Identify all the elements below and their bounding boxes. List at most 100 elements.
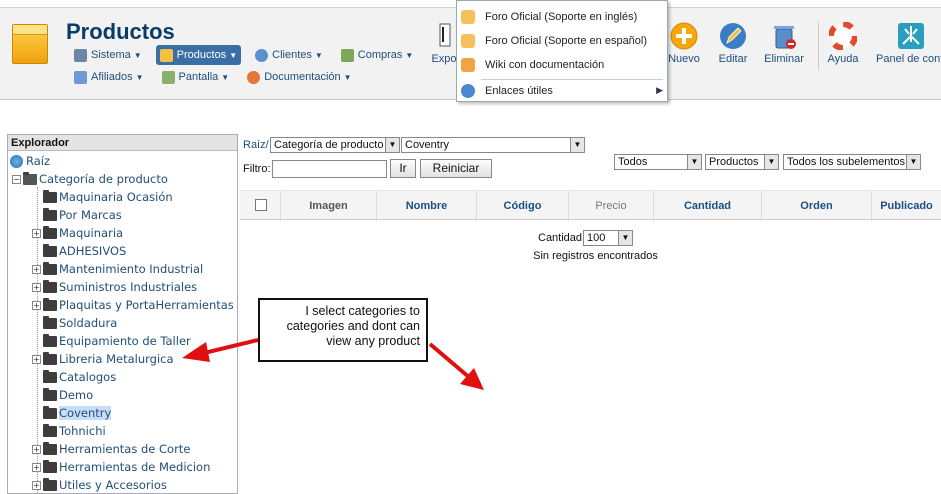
column-orden[interactable]: Orden (762, 191, 872, 221)
category-select[interactable]: Coventry ▼ (401, 137, 585, 153)
folder-icon (43, 297, 57, 311)
quantity-select[interactable]: 100 ▼ (583, 230, 633, 246)
tree-item[interactable]: + Libreria Metalurgica (32, 350, 174, 368)
menu-item-wiki[interactable]: Wiki con documentación (457, 55, 667, 75)
chevron-down-icon: ▼ (221, 72, 230, 82)
expand-icon[interactable]: + (32, 264, 41, 274)
select-all-column (240, 191, 281, 221)
expand-icon[interactable]: + (32, 354, 41, 364)
lifebuoy-icon (829, 22, 857, 50)
expand-icon[interactable]: + (32, 282, 41, 292)
help-dropdown-menu: Foro Oficial (Soporte en inglés) Foro Of… (456, 0, 668, 102)
box-icon (159, 48, 173, 62)
tree-item-label: Soldadura (59, 316, 118, 330)
collapse-icon[interactable]: − (12, 174, 21, 184)
help-button[interactable]: Ayuda (813, 22, 873, 72)
column-precio: Precio (569, 191, 654, 221)
explorer-title: Explorador (8, 135, 237, 151)
tree-item[interactable]: + Suministros Industriales (32, 278, 197, 296)
wiki-icon (461, 58, 475, 72)
tree-item[interactable]: ADHESIVOS (32, 242, 126, 260)
menu-clientes[interactable]: Clientes ▼ (251, 45, 327, 65)
menu-item-useful-links[interactable]: Enlaces útiles ▶ (457, 81, 667, 101)
subelements-select[interactable]: Todos los subelementos ▼ (783, 154, 921, 170)
menu-afiliados[interactable]: Afiliados ▼ (70, 67, 148, 87)
folder-icon (43, 477, 57, 491)
control-panel-button[interactable]: Panel de cont (876, 22, 941, 72)
menu-sistema[interactable]: Sistema ▼ (70, 45, 146, 65)
explorer-panel: Explorador Raíz − Categoría de producto M… (7, 134, 238, 494)
tree-item-label: Plaquitas y PortaHerramientas (59, 298, 234, 312)
expand-icon[interactable]: + (32, 444, 41, 454)
chevron-down-icon: ▼ (405, 50, 414, 60)
menu-compras[interactable]: Compras ▼ (337, 45, 418, 65)
pencil-icon (720, 23, 746, 49)
tree-item-label: Tohnichi (59, 424, 106, 438)
delete-button[interactable]: Eliminar (754, 22, 814, 72)
menu-pantalla[interactable]: Pantalla ▼ (158, 67, 234, 87)
menu-item-forum-english[interactable]: Foro Oficial (Soporte en inglés) (457, 7, 667, 27)
lifebuoy-icon (247, 70, 261, 84)
tree-item-label: Equipamiento de Taller (59, 334, 191, 348)
column-imagen[interactable]: Imagen (281, 191, 377, 221)
expand-icon[interactable]: + (32, 462, 41, 472)
reset-button[interactable]: Reiniciar (420, 159, 492, 178)
tree-item[interactable]: + Mantenimiento Industrial (32, 260, 203, 278)
tree-item[interactable]: Demo (32, 386, 93, 404)
folder-icon (43, 279, 57, 293)
tree-item[interactable]: + Plaquitas y PortaHerramientas (32, 296, 234, 314)
tree-item[interactable]: Equipamiento de Taller (32, 332, 191, 350)
control-panel-icon (898, 23, 924, 49)
expand-icon[interactable]: + (32, 300, 41, 310)
column-cantidad[interactable]: Cantidad (654, 191, 762, 221)
tree-item[interactable]: + Herramientas de Medicion (32, 458, 210, 476)
folder-icon (43, 387, 57, 401)
tree-item-label: Utiles y Accesorios (59, 478, 167, 492)
menu-item-forum-spanish[interactable]: Foro Oficial (Soporte en español) (457, 31, 667, 51)
category-type-select[interactable]: Categoría de producto ▼ (270, 137, 400, 153)
tree-item-label: Por Marcas (59, 208, 122, 222)
empty-message: Sin registros encontrados (533, 250, 658, 262)
chevron-down-icon: ▼ (343, 72, 352, 82)
tree-item-label: Maquinaria (59, 226, 124, 240)
menu-productos[interactable]: Productos ▼ (155, 45, 242, 65)
folder-icon (43, 423, 57, 437)
tree-root[interactable]: Raíz (10, 152, 50, 170)
column-codigo[interactable]: Código (477, 191, 569, 221)
filter-input[interactable] (272, 160, 387, 178)
folder-icon (43, 315, 57, 329)
scope-select[interactable]: Todos ▼ (614, 154, 702, 170)
chevron-down-icon: ▼ (618, 231, 632, 245)
tree-item[interactable]: Soldadura (32, 314, 117, 332)
folder-icon (43, 189, 57, 203)
tree-item[interactable]: + Utiles y Accesorios (32, 476, 167, 493)
tree-item[interactable]: Maquinaria Ocasión (32, 188, 173, 206)
trash-icon (774, 26, 796, 49)
column-nombre[interactable]: Nombre (377, 191, 477, 221)
tree-item[interactable]: Catalogos (32, 368, 116, 386)
breadcrumb-root[interactable]: Raíz/ (243, 139, 269, 151)
expand-icon[interactable]: + (32, 228, 41, 238)
menu-documentacion[interactable]: Documentación ▼ (243, 67, 355, 87)
tree-category-root[interactable]: − Categoría de producto (12, 170, 168, 188)
chevron-down-icon: ▼ (687, 155, 701, 169)
tree-item[interactable]: Tohnichi (32, 422, 106, 440)
type-select[interactable]: Productos ▼ (705, 154, 779, 170)
tree-item[interactable]: Por Marcas (32, 206, 122, 224)
tree-item[interactable]: Coventry (32, 404, 112, 422)
go-button[interactable]: Ir (390, 159, 416, 178)
tree-item[interactable]: + Herramientas de Corte (32, 440, 190, 458)
filter-label: Filtro: (243, 163, 271, 175)
column-publicado[interactable]: Publicado (872, 191, 941, 221)
select-all-checkbox[interactable] (255, 199, 267, 211)
tree-item-label: Herramientas de Medicion (59, 460, 211, 474)
chevron-down-icon: ▼ (229, 50, 238, 60)
export-icon (439, 23, 451, 47)
expand-icon[interactable]: + (32, 480, 41, 490)
tree-item[interactable]: + Maquinaria (32, 224, 123, 242)
